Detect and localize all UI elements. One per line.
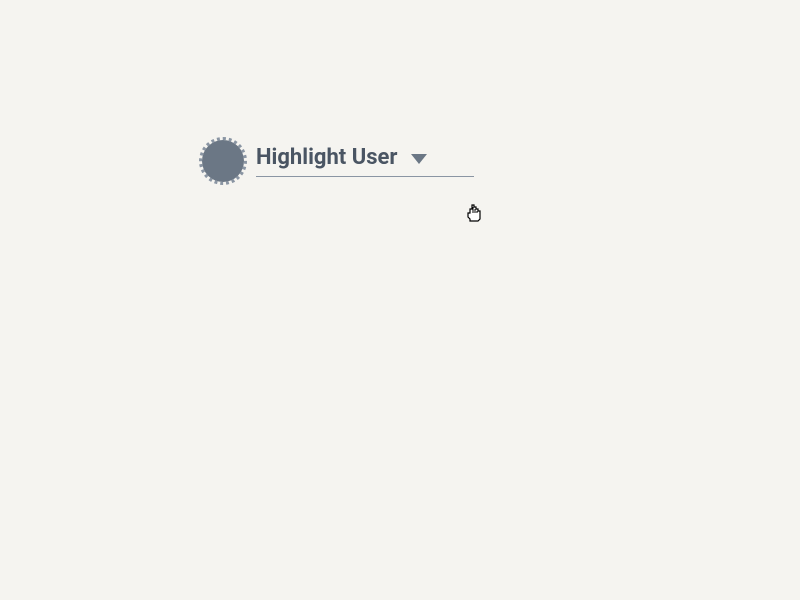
highlight-user-dropdown[interactable]: Highlight User (202, 140, 474, 182)
chevron-down-icon (411, 154, 427, 164)
dropdown-underline (256, 176, 474, 177)
dotted-circle-icon (202, 140, 244, 182)
dropdown-label: Highlight User (256, 145, 397, 170)
dropdown-label-wrap: Highlight User (256, 145, 474, 177)
pointer-cursor-icon (466, 203, 484, 223)
dropdown-row: Highlight User (256, 145, 474, 176)
